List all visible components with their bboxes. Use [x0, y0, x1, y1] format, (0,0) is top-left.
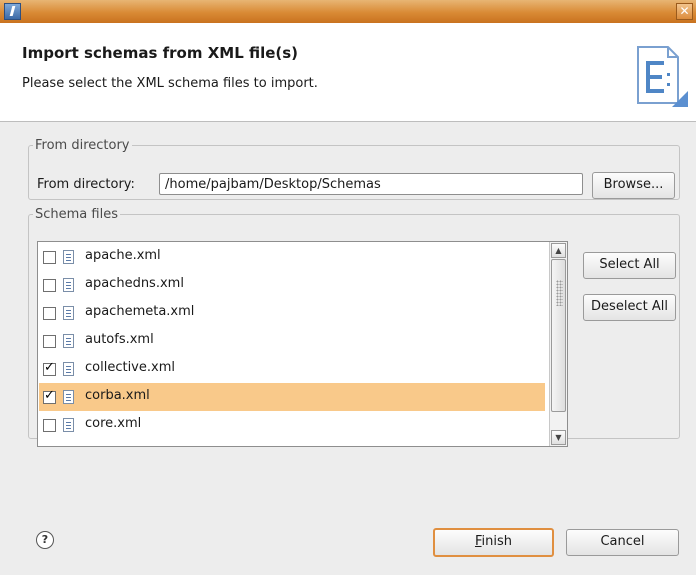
item-checkbox[interactable] — [43, 251, 56, 264]
item-checkbox[interactable] — [43, 279, 56, 292]
item-label: apachedns.xml — [85, 276, 184, 291]
item-label: corba.xml — [85, 388, 150, 403]
scroll-up-arrow-icon[interactable]: ▲ — [551, 243, 566, 258]
list-item[interactable]: apache.xml — [39, 243, 545, 271]
item-label: core.xml — [85, 416, 142, 431]
list-item[interactable]: apachedns.xml — [39, 271, 545, 299]
finish-label: inish — [481, 534, 513, 549]
browse-button[interactable]: Browse... — [592, 172, 675, 199]
title-bar[interactable]: ✕ — [0, 0, 696, 23]
scroll-down-arrow-icon[interactable]: ▼ — [551, 430, 566, 445]
schema-files-legend: Schema files — [35, 207, 118, 222]
item-checkbox[interactable] — [43, 388, 56, 404]
schema-file-list[interactable]: apache.xml apachedns.xml apachemeta.xml … — [37, 241, 568, 447]
list-item[interactable]: core.xml — [39, 411, 545, 439]
item-checkbox[interactable] — [43, 360, 56, 376]
grip-icon — [556, 280, 563, 306]
list-item[interactable]: corba.xml — [39, 383, 545, 411]
schema-file-wizard-icon — [637, 46, 688, 107]
xml-file-icon — [63, 278, 74, 292]
from-directory-label: From directory: — [37, 177, 135, 192]
item-label: apachemeta.xml — [85, 304, 195, 319]
xml-file-icon — [63, 390, 74, 404]
select-all-button[interactable]: Select All — [583, 252, 676, 279]
wizard-title: Import schemas from XML file(s) — [22, 44, 299, 62]
xml-file-icon — [63, 306, 74, 320]
finish-button[interactable]: Finish — [433, 528, 554, 557]
scroll-thumb[interactable] — [551, 259, 566, 412]
item-checkbox[interactable] — [43, 307, 56, 320]
item-checkbox[interactable] — [43, 335, 56, 348]
list-item[interactable]: autofs.xml — [39, 327, 545, 355]
close-icon: ✕ — [679, 4, 690, 18]
item-label: autofs.xml — [85, 332, 154, 347]
from-directory-legend: From directory — [35, 138, 130, 153]
xml-file-icon — [63, 418, 74, 432]
list-item[interactable]: apachemeta.xml — [39, 299, 545, 327]
app-icon — [4, 3, 21, 20]
item-checkbox[interactable] — [43, 419, 56, 432]
close-button[interactable]: ✕ — [676, 3, 693, 20]
directory-path-input[interactable] — [159, 173, 583, 195]
list-scrollbar[interactable]: ▲ ▼ — [549, 242, 567, 446]
item-label: apache.xml — [85, 248, 161, 263]
list-item[interactable]: collective.xml — [39, 355, 545, 383]
from-directory-group: From directory From directory: Browse... — [28, 138, 680, 200]
wizard-banner: Import schemas from XML file(s) Please s… — [0, 23, 696, 122]
cancel-button[interactable]: Cancel — [566, 529, 679, 556]
schema-files-group: Schema files apache.xml apachedns.xml ap… — [28, 207, 680, 447]
wizard-description: Please select the XML schema files to im… — [22, 76, 318, 91]
help-icon[interactable]: ? — [36, 531, 54, 549]
item-label: collective.xml — [85, 360, 175, 375]
xml-file-icon — [63, 250, 74, 264]
deselect-all-button[interactable]: Deselect All — [583, 294, 676, 321]
xml-file-icon — [63, 362, 74, 376]
xml-file-icon — [63, 334, 74, 348]
